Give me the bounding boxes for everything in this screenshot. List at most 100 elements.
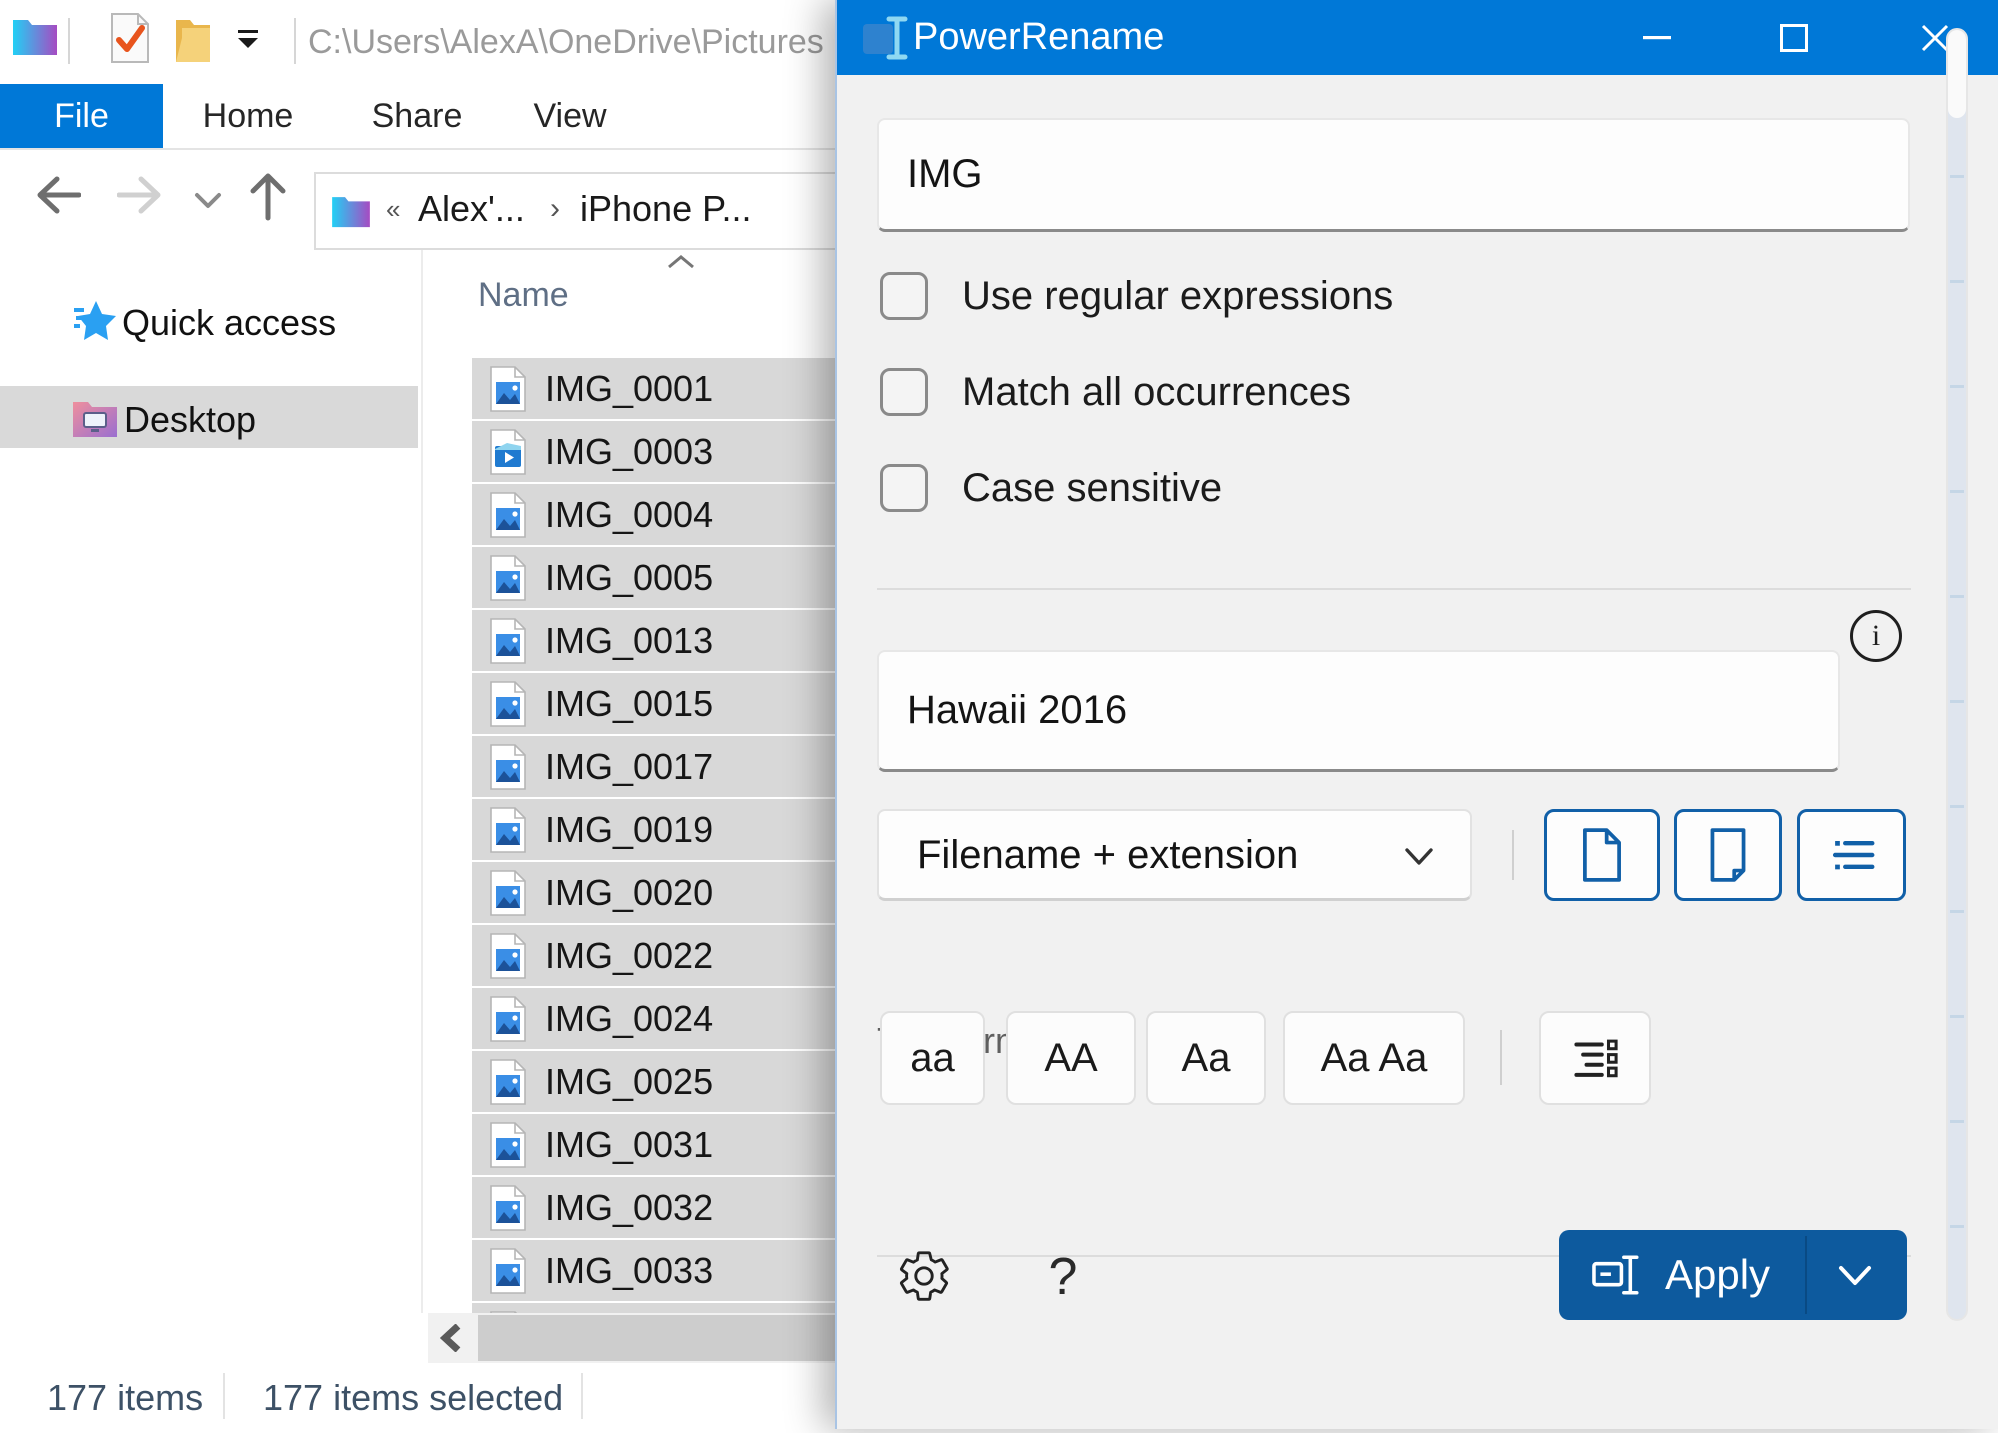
file-row[interactable]: IMG_0015 — [472, 673, 845, 734]
file-row[interactable]: IMG_0019 — [472, 799, 845, 860]
scrollbar-tick — [1950, 490, 1964, 493]
file-name: IMG_0017 — [545, 736, 713, 797]
image-file-icon — [490, 1248, 526, 1294]
file-name: IMG_0019 — [545, 799, 713, 860]
include-files-button[interactable] — [1544, 809, 1660, 901]
apply-split-divider — [1805, 1236, 1807, 1314]
apply-dropdown-chevron-icon[interactable] — [1837, 1264, 1873, 1288]
properties-quick-icon[interactable] — [110, 12, 150, 64]
file-name: IMG_0020 — [545, 862, 713, 923]
sidebar-item-quick-access[interactable]: Quick access — [122, 302, 336, 344]
file-name: IMG_0024 — [545, 988, 713, 1049]
include-folders-button[interactable] — [1674, 809, 1782, 901]
scrollbar-tick — [1950, 175, 1964, 178]
apply-to-dropdown[interactable]: Filename + extension — [877, 809, 1472, 901]
apply-button[interactable]: Apply — [1559, 1230, 1907, 1320]
settings-gear-icon[interactable] — [895, 1247, 953, 1305]
up-icon[interactable] — [247, 172, 289, 222]
tab-home[interactable]: Home — [186, 84, 310, 148]
horizontal-scrollbar-thumb[interactable] — [478, 1315, 845, 1361]
address-bar[interactable]: « Alex'... › iPhone P... — [314, 172, 858, 250]
enumerate-items-button[interactable] — [1539, 1011, 1651, 1105]
tab-share[interactable]: Share — [355, 84, 479, 148]
case-button-aa[interactable]: AA — [1006, 1011, 1136, 1105]
file-row[interactable]: IMG_0025 — [472, 1051, 845, 1112]
sort-ascending-icon[interactable] — [666, 254, 696, 270]
file-row[interactable]: IMG_0001 — [472, 358, 845, 419]
file-name: IMG_0025 — [545, 1051, 713, 1112]
case-button-aa[interactable]: Aa — [1146, 1011, 1266, 1105]
case-button-aa-aa[interactable]: Aa Aa — [1283, 1011, 1465, 1105]
search-for-input[interactable] — [877, 118, 1910, 232]
image-file-icon — [490, 618, 526, 664]
powerrename-app-icon — [861, 14, 909, 62]
indent-list-icon — [1825, 828, 1879, 882]
file-row[interactable]: IMG_0032 — [472, 1177, 845, 1238]
checkbox-label: Match all occurrences — [962, 370, 1351, 415]
checkbox[interactable] — [880, 368, 928, 416]
file-row[interactable]: IMG_0020 — [472, 862, 845, 923]
file-row[interactable]: IMG_0005 — [472, 547, 845, 608]
minimize-button[interactable] — [1611, 0, 1703, 75]
file-row[interactable]: IMG_0017 — [472, 736, 845, 797]
file-row[interactable]: IMG_0031 — [472, 1114, 845, 1175]
scrollbar-tick — [1950, 1225, 1964, 1228]
recent-locations-chevron-icon[interactable] — [194, 192, 222, 210]
option-row[interactable]: Case sensitive — [880, 464, 1222, 512]
option-row[interactable]: Use regular expressions — [880, 272, 1393, 320]
breadcrumb-current[interactable]: iPhone P... — [580, 174, 751, 244]
checkbox-label: Use regular expressions — [962, 274, 1393, 319]
scrollbar-tick — [1950, 385, 1964, 388]
tab-file[interactable]: File — [0, 84, 163, 148]
breadcrumb-chevron[interactable]: › — [550, 174, 560, 244]
file-row[interactable]: IMG_0033 — [472, 1240, 845, 1301]
column-header-name[interactable]: Name — [478, 276, 569, 315]
image-file-icon — [490, 933, 526, 979]
file-row[interactable]: IMG_0003 — [472, 421, 845, 482]
status-item-count: 177 items — [47, 1363, 203, 1429]
toolbar-separator — [1500, 1030, 1502, 1085]
image-file-icon — [490, 1248, 526, 1294]
replace-with-input[interactable] — [877, 650, 1840, 772]
file-row[interactable] — [472, 1303, 845, 1313]
file-row[interactable]: IMG_0022 — [472, 925, 845, 986]
breadcrumb-collapse[interactable]: « — [386, 174, 400, 244]
file-name: IMG_0015 — [545, 673, 713, 734]
image-file-icon — [490, 1122, 526, 1168]
sidebar-item-desktop[interactable]: Desktop — [0, 386, 418, 448]
image-file-icon — [490, 555, 526, 601]
image-file-icon — [490, 933, 526, 979]
help-button[interactable]: ? — [1033, 1247, 1093, 1307]
forward-icon[interactable] — [117, 176, 163, 214]
sidebar-divider — [421, 250, 423, 1313]
qat-dropdown-icon[interactable] — [236, 30, 260, 50]
case-button-aa[interactable]: aa — [880, 1011, 985, 1105]
horizontal-scrollbar[interactable] — [428, 1313, 845, 1363]
file-name: IMG_0031 — [545, 1114, 713, 1175]
maximize-button[interactable] — [1748, 0, 1840, 75]
file-row[interactable]: IMG_0004 — [472, 484, 845, 545]
file-name: IMG_0001 — [545, 358, 713, 419]
file-name: IMG_0032 — [545, 1177, 713, 1238]
option-row[interactable]: Match all occurrences — [880, 368, 1351, 416]
dialog-scrollbar[interactable] — [1946, 28, 1968, 1321]
image-file-icon — [490, 366, 526, 412]
dialog-scrollbar-thumb[interactable] — [1948, 30, 1966, 118]
powerrename-dialog: PowerRename Use regular expressions Matc… — [835, 0, 1998, 1429]
file-row[interactable]: IMG_0024 — [472, 988, 845, 1049]
dialog-titlebar[interactable]: PowerRename — [837, 0, 1998, 75]
file-name: IMG_0005 — [545, 547, 713, 608]
scroll-left-icon[interactable] — [440, 1324, 462, 1352]
file-row[interactable]: IMG_0013 — [472, 610, 845, 671]
image-file-icon — [490, 996, 526, 1042]
info-icon[interactable]: i — [1850, 610, 1902, 662]
include-subfolders-button[interactable] — [1797, 809, 1906, 901]
checkbox[interactable] — [880, 464, 928, 512]
toolbar-separator — [1512, 830, 1514, 880]
checkbox[interactable] — [880, 272, 928, 320]
tab-view[interactable]: View — [508, 84, 632, 148]
rename-icon — [1591, 1254, 1647, 1296]
new-folder-quick-icon[interactable] — [174, 16, 218, 62]
back-icon[interactable] — [35, 176, 81, 214]
breadcrumb-root[interactable]: Alex'... — [418, 174, 525, 244]
